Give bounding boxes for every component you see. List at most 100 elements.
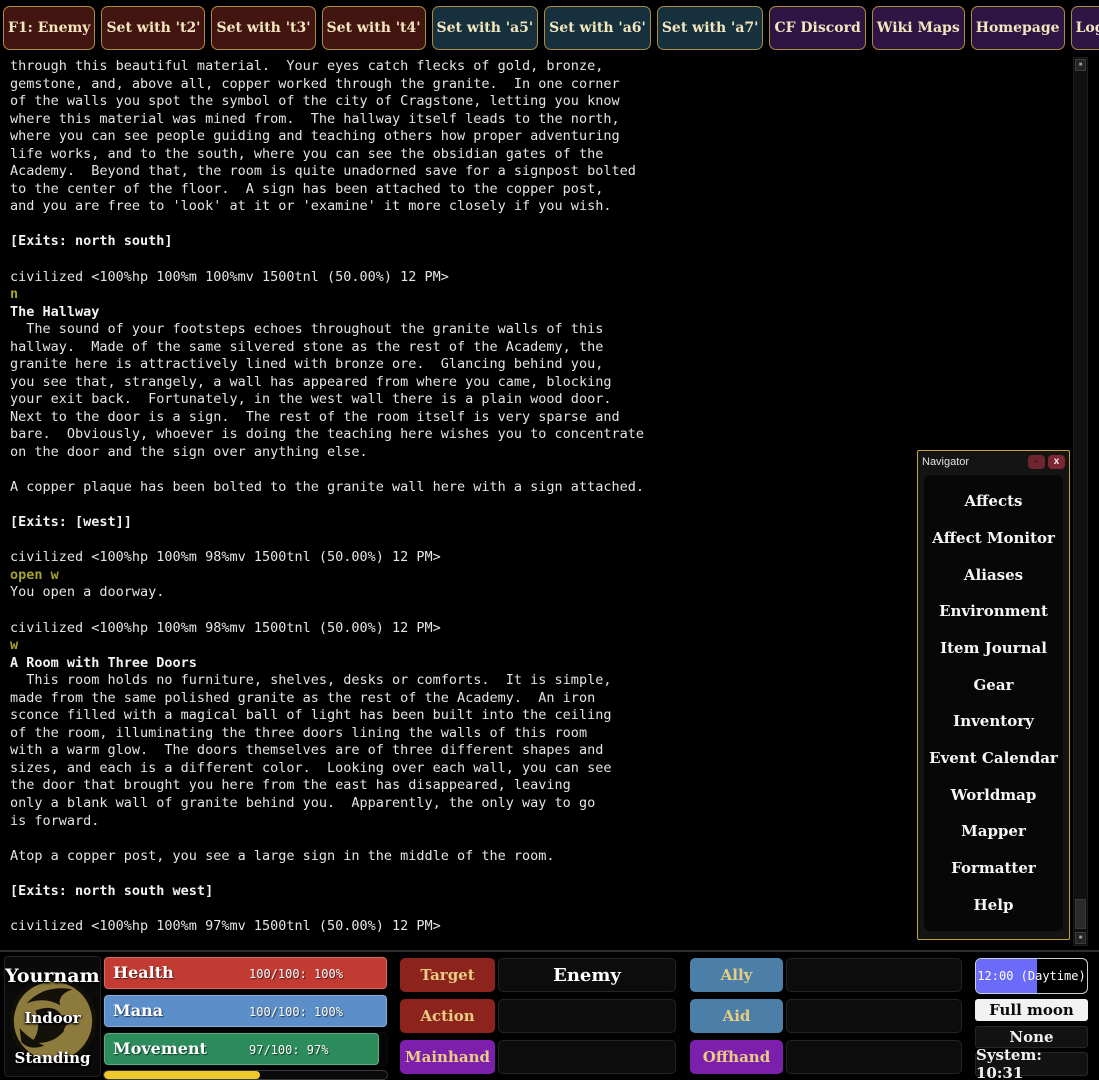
navigator-item-affect-monitor[interactable]: Affect Monitor <box>924 529 1063 547</box>
close-icon[interactable]: x <box>1048 455 1065 469</box>
console-output: through this beautiful material. Your ey… <box>0 55 1075 950</box>
toolbar-button-set-with-t3[interactable]: Set with 't3' <box>211 6 315 50</box>
toolbar-button-wiki-maps[interactable]: Wiki Maps <box>872 6 965 50</box>
ally-label: Ally <box>690 958 783 992</box>
experience-bar <box>103 1070 388 1080</box>
console-line: only a blank wall of granite behind you.… <box>10 795 1075 813</box>
toolbar-button-set-with-t4[interactable]: Set with 't4' <box>322 6 426 50</box>
navigator-item-gear[interactable]: Gear <box>924 676 1063 694</box>
console-line <box>10 865 1075 883</box>
console-line <box>10 251 1075 269</box>
console-line: the door that brought you here from the … <box>10 777 1075 795</box>
console-line: sizes, and each is a different color. Lo… <box>10 760 1075 778</box>
minimize-icon[interactable]: - <box>1028 455 1045 469</box>
status-bar: Yourname Indoor Standing Health 100/100: … <box>0 950 1099 1080</box>
mana-bar: Mana 100/100: 100% <box>103 994 388 1028</box>
navigator-item-mapper[interactable]: Mapper <box>924 822 1063 840</box>
game-clock-time: 12:00 (Daytime) <box>976 959 1087 993</box>
navigator-menu: Affects Affect Monitor Aliases Environment I… <box>924 475 1063 931</box>
console-line: with a warm glow. The doors themselves a… <box>10 742 1075 760</box>
health-bar-value: 100/100: 100% <box>249 967 343 981</box>
navigator-item-aliases[interactable]: Aliases <box>924 566 1063 584</box>
navigator-item-affects[interactable]: Affects <box>924 492 1063 510</box>
toolbar-button-homepage[interactable]: Homepage <box>971 6 1065 50</box>
navigator-item-help[interactable]: Help <box>924 896 1063 914</box>
console-line: [Exits: [west]] <box>10 514 1075 532</box>
console-line <box>10 497 1075 515</box>
game-clock: 12:00 (Daytime) <box>975 958 1088 994</box>
mana-bar-value: 100/100: 100% <box>249 1005 343 1019</box>
target-label: Target <box>400 958 495 992</box>
scrollbar-down-icon[interactable]: ■ <box>1075 932 1086 944</box>
console-line: n <box>10 286 1075 304</box>
console-line: civilized <100%hp 100%m 97%mv 1500tnl (5… <box>10 918 1075 936</box>
navigator-item-environment[interactable]: Environment <box>924 602 1063 620</box>
console-line <box>10 532 1075 550</box>
mainhand-label: Mainhand <box>400 1040 495 1074</box>
toolbar-button-logs[interactable]: Logs <box>1071 6 1099 50</box>
console-line <box>10 602 1075 620</box>
console-line: on the door and the sign over anything e… <box>10 444 1075 462</box>
console-line: You open a doorway. <box>10 584 1075 602</box>
navigator-item-worldmap[interactable]: Worldmap <box>924 786 1063 804</box>
console-scrollbar[interactable]: ■ ■ <box>1073 57 1088 946</box>
aid-label: Aid <box>690 999 783 1033</box>
console-line <box>10 900 1075 918</box>
character-panel: Yourname Indoor Standing <box>4 956 101 1077</box>
action-label: Action <box>400 999 495 1033</box>
console-line <box>10 216 1075 234</box>
toolbar-button-set-with-a5[interactable]: Set with 'a5' <box>432 6 539 50</box>
vitals-bars-list: Health 100/100: 100% Mana 100/100: 100% Move… <box>103 956 388 1066</box>
vitals-bars: Health 100/100: 100% Mana 100/100: 100% Move… <box>103 956 388 1080</box>
toolbar-button-f1-enemy[interactable]: F1: Enemy <box>3 6 95 50</box>
toolbar-button-set-with-a6[interactable]: Set with 'a6' <box>544 6 651 50</box>
navigator-item-inventory[interactable]: Inventory <box>924 712 1063 730</box>
console-line: Academy. Beyond that, the room is quite … <box>10 163 1075 181</box>
console-line: This room holds no furniture, shelves, d… <box>10 672 1075 690</box>
toolbar: F1: EnemySet with 't2'Set with 't3'Set w… <box>0 0 1099 55</box>
health-bar-label: Health <box>113 963 174 982</box>
secondary-moon-phase: None <box>975 1026 1088 1048</box>
scrollbar-thumb[interactable] <box>1075 899 1086 929</box>
movement-bar-label: Movement <box>113 1039 207 1058</box>
console-line: bare. Obviously, whoever is doing the te… <box>10 426 1075 444</box>
console-line: hallway. Made of the same silvered stone… <box>10 339 1075 357</box>
mainhand-value <box>498 1040 676 1074</box>
console-line: of the walls you spot the symbol of the … <box>10 93 1075 111</box>
navigator-item-formatter[interactable]: Formatter <box>924 859 1063 877</box>
scrollbar-up-icon[interactable]: ■ <box>1075 59 1086 71</box>
toolbar-button-cf-discord[interactable]: CF Discord <box>769 6 865 50</box>
toolbar-button-set-with-a7[interactable]: Set with 'a7' <box>657 6 764 50</box>
console-line: A Room with Three Doors <box>10 655 1075 673</box>
offhand-label: Offhand <box>690 1040 783 1074</box>
console-line: where this material was mined from. The … <box>10 111 1075 129</box>
console-line: where you can see people guiding and tea… <box>10 128 1075 146</box>
ally-value <box>786 958 962 992</box>
navigator-item-event-calendar[interactable]: Event Calendar <box>924 749 1063 767</box>
console-line: gemstone, and, above all, copper worked … <box>10 76 1075 94</box>
console-line: A copper plaque has been bolted to the g… <box>10 479 1075 497</box>
console-line: life works, and to the south, where you … <box>10 146 1075 164</box>
navigator-titlebar[interactable]: Navigator - x <box>918 451 1069 472</box>
console-line: civilized <100%hp 100%m 100%mv 1500tnl (… <box>10 269 1075 287</box>
console-line: is forward. <box>10 813 1075 831</box>
console-line: [Exits: north south] <box>10 233 1075 251</box>
navigator-item-item-journal[interactable]: Item Journal <box>924 639 1063 657</box>
toolbar-button-set-with-t2[interactable]: Set with 't2' <box>101 6 205 50</box>
mud-client-window: F1: EnemySet with 't2'Set with 't3'Set w… <box>0 0 1099 1080</box>
movement-bar: Movement 97/100: 97% <box>103 1032 388 1066</box>
console-line: you see that, strangely, a wall has appe… <box>10 374 1075 392</box>
console-line: your exit back. Fortunately, in the west… <box>10 391 1075 409</box>
mana-bar-label: Mana <box>113 1001 163 1020</box>
experience-bar-fill <box>104 1071 260 1079</box>
navigator-title: Navigator <box>922 456 1025 468</box>
console-line: sconce filled with a magical ball of lig… <box>10 707 1075 725</box>
movement-bar-value: 97/100: 97% <box>249 1043 328 1057</box>
system-time: System: 10:31 <box>975 1052 1088 1076</box>
character-name: Yourname <box>5 965 100 987</box>
action-value <box>498 999 676 1033</box>
console-line: civilized <100%hp 100%m 98%mv 1500tnl (5… <box>10 620 1075 638</box>
console-line: [Exits: north south west] <box>10 883 1075 901</box>
console-line <box>10 830 1075 848</box>
character-position: Standing <box>5 1049 100 1067</box>
